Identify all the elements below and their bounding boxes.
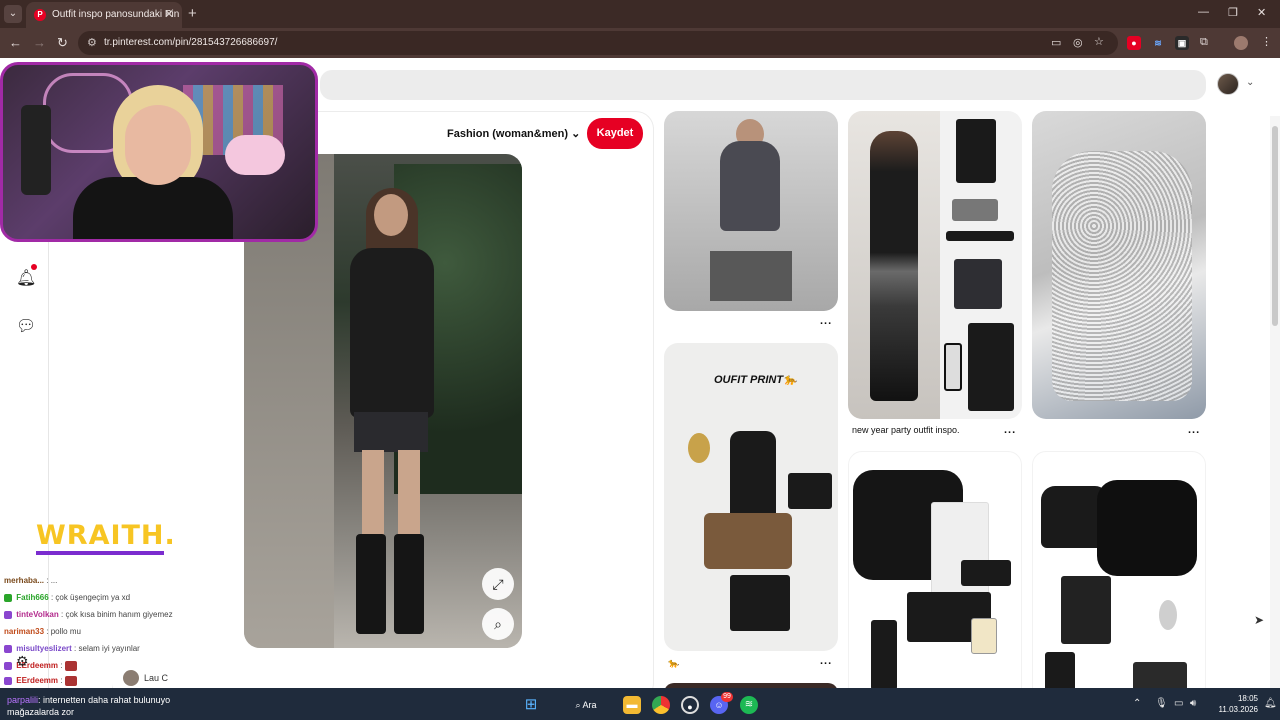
wraith-logo: WRAITH.: [36, 520, 176, 551]
url-text: tr.pinterest.com/pin/281543726686697/: [104, 37, 278, 48]
notification-bell-icon[interactable]: 🔔︎: [1264, 698, 1277, 709]
mouse-cursor: ➤: [1254, 613, 1265, 627]
discord-badge: 99: [721, 692, 733, 702]
browser-tabbar: ⌄ P Outfit inspo panosundaki Pin ✕ + — ❐…: [0, 0, 1280, 28]
obs-icon[interactable]: ●: [681, 696, 699, 714]
spotify-icon[interactable]: ≋: [740, 696, 758, 714]
webcam-overlay: [0, 62, 318, 242]
page-scrollbar[interactable]: [1270, 116, 1280, 688]
network-icon[interactable]: ▭: [1174, 698, 1183, 709]
pin-more-button[interactable]: ...: [820, 655, 832, 667]
chat-message: nariman33 : pollo mu: [4, 627, 81, 636]
search-icon: ⌕: [575, 700, 583, 710]
board-name: Fashion (woman&men): [447, 128, 569, 140]
site-info-icon[interactable]: ⚙: [87, 36, 97, 49]
pin-more-button[interactable]: ...: [1188, 424, 1200, 436]
chat-message: EErdeemm :: [4, 676, 79, 686]
tray-chevron-icon[interactable]: ⌃: [1133, 698, 1141, 709]
feed-pin[interactable]: [664, 111, 838, 311]
pinterest-icon: P: [34, 9, 46, 21]
lens-icon[interactable]: ⌕: [482, 608, 514, 640]
search-input[interactable]: [320, 70, 1206, 100]
close-tab-icon[interactable]: ✕: [164, 7, 174, 21]
chrome-icon[interactable]: [652, 696, 670, 714]
chevron-down-icon: ⌄: [571, 128, 581, 140]
notification-dot: [31, 264, 37, 270]
extensions-puzzle-icon[interactable]: ⧉: [1200, 36, 1208, 49]
chat-message: merhaba... : ...: [4, 576, 58, 585]
menu-kebab-icon[interactable]: ⋮: [1261, 35, 1272, 48]
taskbar-clock[interactable]: 18:05 11.03.2026: [1200, 693, 1258, 715]
taskbar-search[interactable]: ⌕ Ara: [560, 694, 612, 716]
feed-pin[interactable]: [1032, 451, 1206, 688]
tab-search-icon[interactable]: ⌄: [4, 5, 22, 23]
address-bar[interactable]: ⚙ tr.pinterest.com/pin/281543726686697/: [78, 31, 1118, 55]
profile-avatar[interactable]: [1234, 36, 1248, 50]
taskbar-chat-overlay: parpalili: internetten daha rahat bulunu…: [7, 695, 171, 717]
chat-icon[interactable]: 💬︎: [16, 316, 36, 336]
gear-icon[interactable]: ⚙: [16, 653, 29, 670]
pin-model: [336, 188, 446, 634]
emote: [64, 661, 77, 671]
eye-off-icon[interactable]: ◎: [1073, 36, 1083, 49]
new-tab-icon[interactable]: +: [188, 5, 197, 22]
streamer: [125, 105, 191, 185]
extension-record-icon[interactable]: ●: [1127, 36, 1141, 50]
forward-icon[interactable]: →: [33, 35, 46, 50]
volume-icon[interactable]: 🔊︎: [1190, 698, 1196, 709]
account-chevron-icon[interactable]: ⌄: [1246, 77, 1254, 88]
expand-icon[interactable]: ⤢: [482, 568, 514, 600]
pin-overlay-text: OUFIT PRINT🐆: [714, 374, 797, 386]
emote: [64, 676, 77, 686]
pin-more-button[interactable]: ...: [1004, 424, 1016, 436]
windows-icon[interactable]: ⊞: [522, 696, 540, 714]
pin-title: new year party outfit inspo.: [852, 425, 960, 435]
save-button[interactable]: Kaydet: [587, 118, 643, 149]
chat-message: misultyeslizert : selam iyi yayınlar: [4, 644, 140, 653]
chat-message: Fatih666 : çok üşengeçim ya xd: [4, 593, 130, 602]
pin-more-button[interactable]: ...: [820, 315, 832, 327]
tab-title: Outfit inspo panosundaki Pin: [52, 9, 180, 20]
mic-icon[interactable]: 🎙︎: [1155, 698, 1168, 709]
pin-caption: 🐆: [668, 658, 680, 668]
microphone: [21, 105, 51, 195]
active-tab[interactable]: P Outfit inspo panosundaki Pin ✕: [26, 2, 182, 28]
back-icon[interactable]: ←: [9, 35, 22, 50]
file-explorer-icon[interactable]: ▬: [623, 696, 641, 714]
bell-icon[interactable]: 🔔︎: [16, 268, 36, 288]
restore-icon[interactable]: ❐: [1228, 6, 1238, 19]
bookmark-star-icon[interactable]: ☆: [1094, 35, 1104, 48]
minimize-icon[interactable]: —: [1198, 6, 1209, 18]
viewer-name: Lau C: [144, 673, 169, 683]
cast-icon[interactable]: ▭: [1051, 36, 1061, 49]
feed-pin[interactable]: OUFIT PRINT🐆: [664, 343, 838, 651]
feed-pin[interactable]: [1032, 111, 1206, 419]
viewer-avatar: [123, 670, 139, 686]
extension-wave-icon[interactable]: ≋: [1151, 36, 1165, 50]
extension-box-icon[interactable]: ▣: [1175, 36, 1189, 50]
user-avatar[interactable]: [1217, 73, 1239, 95]
close-window-icon[interactable]: ✕: [1257, 6, 1266, 19]
reload-icon[interactable]: ↻: [57, 35, 68, 51]
board-selector[interactable]: Fashion (woman&men) ⌄: [447, 127, 580, 140]
feed-pin[interactable]: [848, 451, 1022, 688]
browser-toolbar: ← → ↻ ⚙ tr.pinterest.com/pin/28154372668…: [0, 28, 1280, 58]
feed-pin[interactable]: [848, 111, 1022, 419]
chat-message: tinteVolkan : çok kısa binim hanım giyem…: [4, 610, 173, 619]
